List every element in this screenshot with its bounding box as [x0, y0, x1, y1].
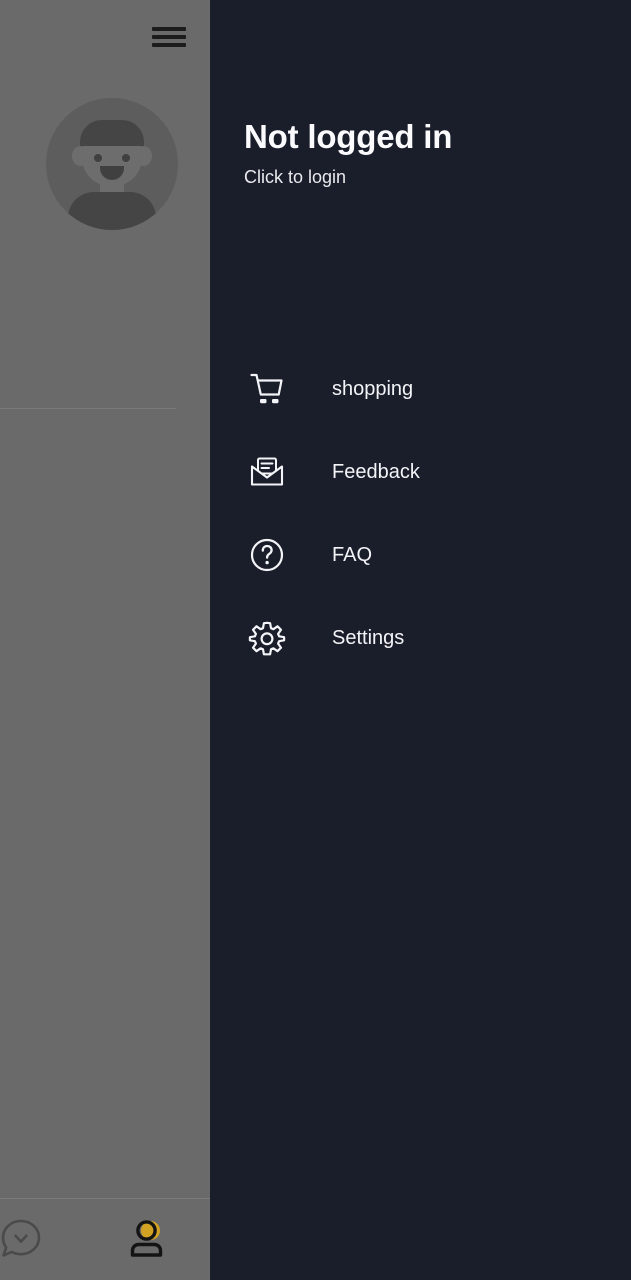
hamburger-bar-1	[152, 27, 186, 31]
avatar-eye-right	[122, 154, 130, 162]
avatar-body	[68, 192, 156, 230]
navigation-drawer: Not logged in Click to login shopping Fe…	[210, 0, 631, 1280]
chat-tab[interactable]	[0, 1213, 47, 1265]
login-status-title: Not logged in	[244, 118, 453, 155]
hamburger-bar-3	[152, 43, 186, 47]
drawer-account-header[interactable]: Not logged in Click to login	[244, 116, 604, 188]
drawer-menu-list: shopping Feedback FAQ Settings	[210, 366, 631, 698]
profile-tab[interactable]	[121, 1213, 173, 1265]
menu-item-shopping[interactable]: shopping	[210, 366, 631, 412]
menu-item-feedback[interactable]: Feedback	[210, 449, 631, 495]
content-divider	[0, 408, 176, 409]
dimmed-app-background	[0, 0, 210, 1280]
user-avatar[interactable]	[46, 98, 178, 230]
feedback-envelope-icon	[244, 449, 290, 495]
hamburger-bar-2	[152, 35, 186, 39]
bottom-navigation-bar	[0, 1198, 210, 1280]
person-icon	[130, 1220, 163, 1257]
hamburger-menu-icon[interactable]	[152, 24, 186, 50]
settings-gear-icon	[244, 615, 290, 661]
question-circle-icon	[244, 532, 290, 578]
shopping-cart-icon	[244, 366, 290, 412]
menu-item-faq[interactable]: FAQ	[210, 532, 631, 578]
menu-label-faq: FAQ	[332, 544, 373, 566]
app-screen: Not logged in Click to login shopping Fe…	[0, 0, 631, 1280]
menu-label-feedback: Feedback	[332, 461, 420, 483]
menu-label-shopping: shopping	[332, 378, 414, 400]
chat-bubble-icon	[1, 1219, 41, 1257]
avatar-eye-left	[94, 154, 102, 162]
menu-label-settings: Settings	[332, 627, 405, 649]
login-prompt-subtitle: Click to login	[244, 167, 347, 187]
menu-item-settings[interactable]: Settings	[210, 615, 631, 661]
